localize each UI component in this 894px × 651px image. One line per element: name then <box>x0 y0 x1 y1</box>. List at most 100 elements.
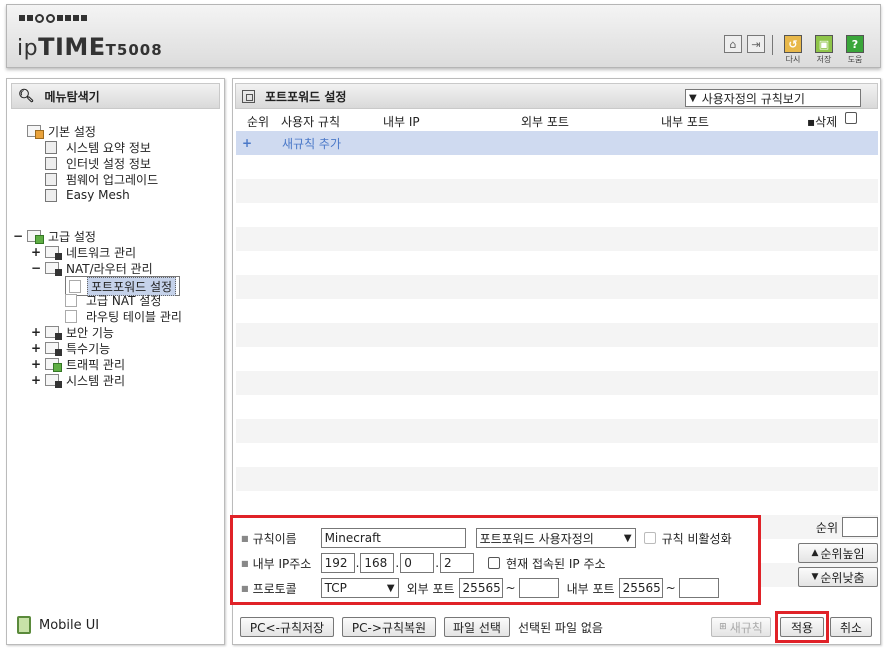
no-file-label: 선택된 파일 없음 <box>518 620 603 635</box>
table-row <box>236 371 878 395</box>
protocol-select[interactable]: TCP ▼ <box>320 578 399 598</box>
save-to-pc-button[interactable]: PC<-규칙저장 <box>240 617 334 637</box>
folder-icon <box>45 262 62 276</box>
expand-toggle[interactable]: + <box>31 373 41 387</box>
chevron-down-icon: ▼ <box>689 92 697 104</box>
model-name: T5008 <box>105 41 163 59</box>
folder-icon <box>45 246 62 260</box>
mobile-ui-link[interactable]: Mobile UI <box>17 616 99 634</box>
rule-view-select[interactable]: ▼ 사용자정의 규칙보기 <box>685 89 861 107</box>
move-down-button[interactable]: ▼ 순위낮춤 <box>798 567 878 587</box>
chevron-down-icon: ▼ <box>623 532 632 544</box>
help-button[interactable]: ? 도움 <box>842 35 868 65</box>
tree-traffic[interactable]: + 트래픽 관리 <box>31 356 128 372</box>
file-select-button[interactable]: 파일 선택 <box>444 617 510 637</box>
tree-network-management[interactable]: + 네트워크 관리 <box>31 244 139 260</box>
col-external-port: 외부 포트 <box>521 115 569 129</box>
current-ip-checkbox[interactable] <box>488 557 501 569</box>
tree-item-advanced-nat[interactable]: 고급 NAT 설정 <box>65 292 164 308</box>
chevron-down-icon: ▼ <box>386 582 395 594</box>
current-ip-label: 현재 접속된 IP 주소 <box>506 556 606 571</box>
tree-basic-settings[interactable]: 기본 설정 <box>27 123 99 139</box>
ip-octet-1[interactable]: 192 <box>320 553 355 573</box>
col-order: 순위 <box>247 115 270 129</box>
protocol-row: ■ 프로토콜 TCP ▼ 외부 포트 25565 ~ 내부 포트 25565 ~ <box>241 578 719 598</box>
mobile-ui-label: Mobile UI <box>39 617 100 633</box>
tree-item-internet-info[interactable]: 인터넷 설정 정보 <box>45 155 154 171</box>
table-header: 순위 사용자 규칙 내부 IP 외부 포트 내부 포트 ▪삭제 <box>235 110 878 130</box>
ip-dot: . <box>395 556 400 570</box>
tree-item-system-summary[interactable]: 시스템 요약 정보 <box>45 139 154 155</box>
table-row <box>236 299 878 323</box>
tree-nat-router[interactable]: − NAT/라우터 관리 <box>31 260 156 276</box>
tree-label: 기본 설정 <box>48 124 96 139</box>
order-label: 순위 <box>815 520 838 535</box>
tree-label: 특수기능 <box>66 341 111 356</box>
refresh-button[interactable]: ↺ 다시 <box>780 35 806 65</box>
table-row <box>236 203 878 227</box>
traffic-icon <box>45 358 62 372</box>
order-input[interactable] <box>842 517 878 537</box>
table-row <box>236 419 878 443</box>
expand-toggle[interactable]: + <box>31 357 41 371</box>
ip-octet-3[interactable]: 0 <box>400 553 435 573</box>
bottom-toolbar: PC<-규칙저장 PC->규칙복원 파일 선택 선택된 파일 없음 <box>240 617 603 637</box>
cancel-button[interactable]: 취소 <box>830 617 872 637</box>
new-rule-label: 새규칙 <box>729 620 763 635</box>
tree-label: NAT/라우터 관리 <box>66 261 153 276</box>
table-row <box>236 323 878 347</box>
protocol-label: 프로토콜 <box>252 581 297 596</box>
tree-label: 네트워크 관리 <box>66 245 137 260</box>
tree-item-routing-table[interactable]: 라우팅 테이블 관리 <box>65 308 185 324</box>
rule-type-select[interactable]: 포트포워드 사용자정의 ▼ <box>475 528 636 548</box>
rule-edit-form: ■ 규칙이름 Minecraft 포트포워드 사용자정의 ▼ 규칙 비활성화 ■… <box>230 515 761 605</box>
logout-icon[interactable]: ⇥ <box>747 35 765 53</box>
ext-port-to-input[interactable] <box>518 578 559 598</box>
collapse-toggle[interactable]: − <box>31 261 41 275</box>
tree-item-firmware[interactable]: 펌웨어 업그레이드 <box>45 171 161 187</box>
refresh-icon: ↺ <box>784 35 802 53</box>
page-icon <box>69 279 81 293</box>
move-up-label: 순위높임 <box>820 546 865 561</box>
protocol-value: TCP <box>324 581 347 595</box>
ip-row: ■ 내부 IP주소 192 . 168 . 0 . 2 현재 접속된 IP 주소 <box>241 553 606 573</box>
collapse-toggle[interactable]: − <box>13 229 23 243</box>
rule-type-value: 포트포워드 사용자정의 <box>479 531 594 546</box>
ip-octet-4[interactable]: 2 <box>440 553 475 573</box>
select-all-checkbox[interactable] <box>845 112 857 124</box>
rule-name-input[interactable]: Minecraft <box>320 528 466 548</box>
phone-icon <box>17 616 31 634</box>
int-port-from-input[interactable]: 25565 <box>618 578 663 598</box>
new-rule-button[interactable]: ⊞ 새규칙 <box>711 617 771 637</box>
table-row <box>236 179 878 203</box>
tree-security[interactable]: + 보안 기능 <box>31 324 117 340</box>
folder-icon <box>45 342 62 356</box>
add-rule-row[interactable]: + 새규칙 추가 <box>236 131 878 155</box>
table-row <box>236 155 878 179</box>
tree-label: 시스템 요약 정보 <box>66 140 151 155</box>
move-up-button[interactable]: ▲ 순위높임 <box>798 543 878 563</box>
triangle-up-icon: ▲ <box>811 548 819 558</box>
restore-from-pc-button[interactable]: PC->규칙복원 <box>342 617 436 637</box>
chart-icon <box>45 374 62 388</box>
expand-toggle[interactable]: + <box>31 341 41 355</box>
tree-system[interactable]: + 시스템 관리 <box>31 372 128 388</box>
expand-toggle[interactable]: + <box>31 245 41 259</box>
ip-octet-2[interactable]: 168 <box>360 553 395 573</box>
tree-special[interactable]: + 특수기능 <box>31 340 113 356</box>
expand-toggle[interactable]: + <box>31 325 41 339</box>
tree-item-easy-mesh[interactable]: Easy Mesh <box>45 187 133 203</box>
col-internal-port: 내부 포트 <box>661 115 709 129</box>
mesh-icon <box>45 188 57 202</box>
menu-explorer-title: 🔍︎ 메뉴탐색기 <box>11 83 220 109</box>
disable-rule-checkbox[interactable] <box>643 532 656 544</box>
tree-advanced-settings[interactable]: − 고급 설정 <box>13 228 99 244</box>
page-icon <box>65 293 77 307</box>
home-icon[interactable]: ⌂ <box>724 35 742 53</box>
save-button[interactable]: ▣ 저장 <box>811 35 837 65</box>
ext-port-from-input[interactable]: 25565 <box>458 578 503 598</box>
int-port-to-input[interactable] <box>678 578 719 598</box>
upgrade-icon <box>45 172 57 186</box>
range-tilde: ~ <box>665 581 676 595</box>
tree-label: 고급 NAT 설정 <box>86 293 162 308</box>
